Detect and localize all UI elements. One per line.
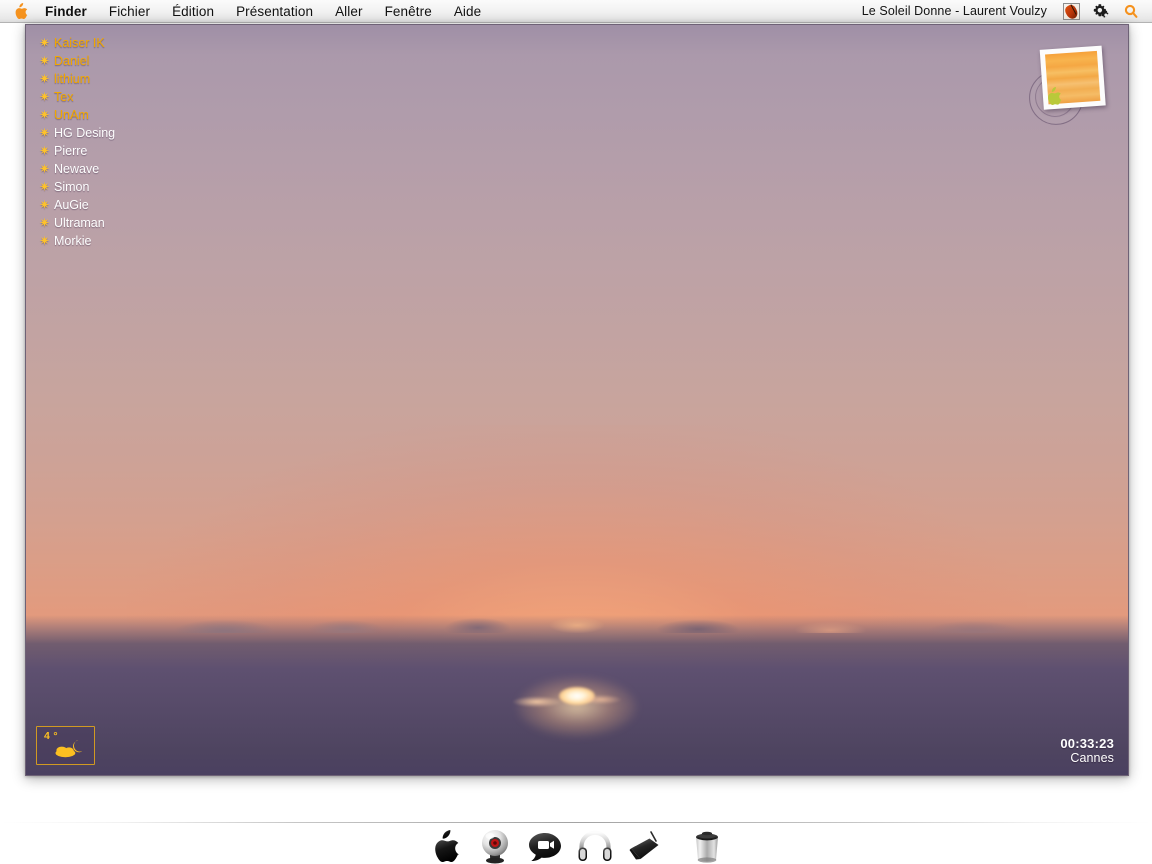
- trash-can-icon: [696, 831, 718, 863]
- list-item-label: lithium: [54, 72, 91, 86]
- dock: [0, 824, 1152, 864]
- gears-status-item[interactable]: [1086, 0, 1118, 22]
- list-item-label: Morkie: [54, 234, 92, 248]
- clock-time: 00:33:23: [1060, 736, 1114, 751]
- list-item[interactable]: ✷ Ultraman: [38, 214, 115, 232]
- moon-cloud-icon: [55, 740, 83, 758]
- album-art-status-item[interactable]: [1057, 0, 1086, 22]
- dock-item-cleaner[interactable]: [625, 824, 665, 864]
- list-item[interactable]: ✷ lithium: [38, 70, 115, 88]
- spotlight-search-icon: [1124, 4, 1138, 18]
- star-bullet-icon: ✷: [39, 71, 50, 86]
- menu-item-finder[interactable]: Finder: [34, 0, 98, 22]
- list-item[interactable]: ✷ Simon: [38, 178, 115, 196]
- list-item-label: Daniel: [54, 54, 90, 68]
- star-bullet-icon: ✷: [39, 161, 50, 176]
- dock-item-trash[interactable]: [687, 824, 727, 864]
- star-bullet-icon: ✷: [39, 143, 50, 158]
- list-item[interactable]: ✷ HG Desing: [38, 124, 115, 142]
- now-playing-text: Le Soleil Donne - Laurent Voulzy: [861, 4, 1047, 18]
- dock-item-apple[interactable]: [425, 824, 465, 864]
- list-item[interactable]: ✷ Daniel: [38, 52, 115, 70]
- list-item-label: Kaiser IK: [54, 36, 105, 50]
- desktop-wallpaper: ✷ Kaiser IK ✷ Daniel ✷ lithium ✷ Tex ✷ U…: [25, 24, 1129, 776]
- star-bullet-icon: ✷: [39, 89, 50, 104]
- list-item[interactable]: ✷ Kaiser IK: [38, 34, 115, 52]
- dustpan-broom-icon: [629, 831, 659, 860]
- star-bullet-icon: ✷: [39, 197, 50, 212]
- cloud-top-edge: [26, 607, 1128, 633]
- list-item-label: UnAm: [54, 108, 89, 122]
- menu-item-fenetre[interactable]: Fenêtre: [374, 0, 443, 22]
- dock-item-itunes[interactable]: [575, 824, 615, 864]
- video-chat-bubble-icon: [529, 833, 561, 862]
- menu-bar: Finder Fichier Édition Présentation Alle…: [0, 0, 1152, 23]
- apple-logo-icon: [1048, 86, 1062, 106]
- star-bullet-icon: ✷: [39, 53, 50, 68]
- list-item-label: AuGie: [54, 198, 89, 212]
- dock-shelf-line: [0, 822, 1152, 823]
- album-art-icon: [1063, 2, 1080, 20]
- list-item-label: HG Desing: [54, 126, 116, 140]
- menu-item-aller[interactable]: Aller: [324, 0, 374, 22]
- menu-item-presentation[interactable]: Présentation: [225, 0, 324, 22]
- menu-bar-status-group: Le Soleil Donne - Laurent Voulzy: [862, 0, 1152, 22]
- menu-bar-left-group: Finder Fichier Édition Présentation Alle…: [0, 0, 492, 22]
- star-bullet-icon: ✷: [39, 215, 50, 230]
- list-item[interactable]: ✷ AuGie: [38, 196, 115, 214]
- mail-stamp-icon[interactable]: [1025, 39, 1110, 127]
- star-bullet-icon: ✷: [39, 233, 50, 248]
- menu-item-edition[interactable]: Édition: [161, 0, 225, 22]
- headphones-icon: [578, 830, 612, 861]
- list-item[interactable]: ✷ Pierre: [38, 142, 115, 160]
- list-item-label: Simon: [54, 180, 90, 194]
- list-item-label: Ultraman: [54, 216, 105, 230]
- spotlight-search-button[interactable]: [1118, 0, 1144, 22]
- list-item-label: Pierre: [54, 144, 88, 158]
- desktop-feed-list: ✷ Kaiser IK ✷ Daniel ✷ lithium ✷ Tex ✷ U…: [38, 34, 115, 250]
- list-item[interactable]: ✷ Morkie: [38, 232, 115, 250]
- dock-item-photobooth[interactable]: [475, 824, 515, 864]
- menu-item-fichier[interactable]: Fichier: [98, 0, 161, 22]
- list-item[interactable]: ✷ UnAm: [38, 106, 115, 124]
- apple-logo-icon: [15, 2, 28, 19]
- weather-widget[interactable]: 4 °: [36, 726, 95, 765]
- list-item-label: Tex: [54, 90, 74, 104]
- gears-icon: [1093, 3, 1109, 17]
- list-item-label: Newave: [54, 162, 100, 176]
- apple-menu-button[interactable]: [0, 0, 34, 22]
- star-bullet-icon: ✷: [39, 179, 50, 194]
- cloud-highlight: [477, 693, 677, 715]
- star-bullet-icon: ✷: [39, 107, 50, 122]
- apple-logo-icon: [435, 830, 460, 863]
- menu-item-aide[interactable]: Aide: [443, 0, 492, 22]
- clock-city: Cannes: [1070, 751, 1114, 765]
- dock-item-ichat[interactable]: [525, 824, 565, 864]
- desktop-clock: 00:33:23 Cannes: [1060, 736, 1114, 766]
- list-item[interactable]: ✷ Newave: [38, 160, 115, 178]
- list-item[interactable]: ✷ Tex: [38, 88, 115, 106]
- star-bullet-icon: ✷: [39, 35, 50, 50]
- desktop-area[interactable]: ✷ Kaiser IK ✷ Daniel ✷ lithium ✷ Tex ✷ U…: [25, 24, 1129, 776]
- star-bullet-icon: ✷: [39, 125, 50, 140]
- webcam-icon: [482, 830, 508, 864]
